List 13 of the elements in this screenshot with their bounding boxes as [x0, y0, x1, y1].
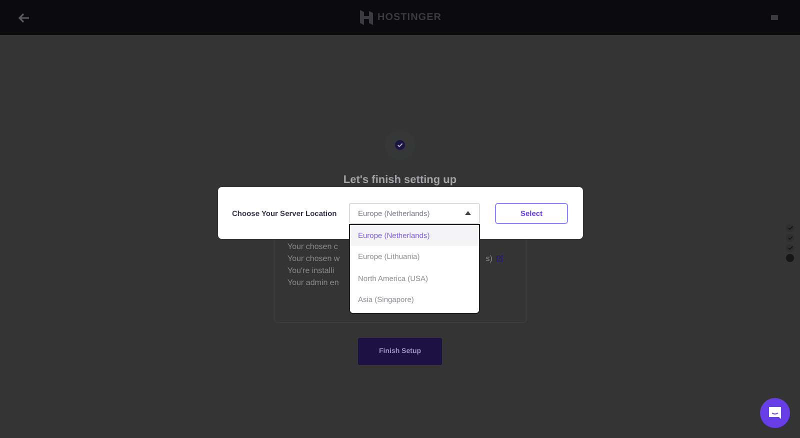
summary-line: Your chosen c: [288, 242, 338, 250]
summary-line: Your admin en: [288, 278, 339, 286]
flag-icon[interactable]: [770, 15, 778, 20]
check-circle-icon: [395, 140, 405, 150]
chat-icon: [768, 406, 782, 420]
chat-button[interactable]: [760, 398, 790, 428]
back-arrow-icon[interactable]: [18, 12, 30, 22]
summary-line: You're installi: [288, 266, 334, 274]
summary-line: s): [486, 254, 492, 262]
summary-line: Your chosen w: [288, 254, 340, 262]
logo-icon: [360, 10, 373, 25]
page-title: Let's finish setting up: [343, 174, 457, 188]
caret-icon: [465, 211, 471, 215]
